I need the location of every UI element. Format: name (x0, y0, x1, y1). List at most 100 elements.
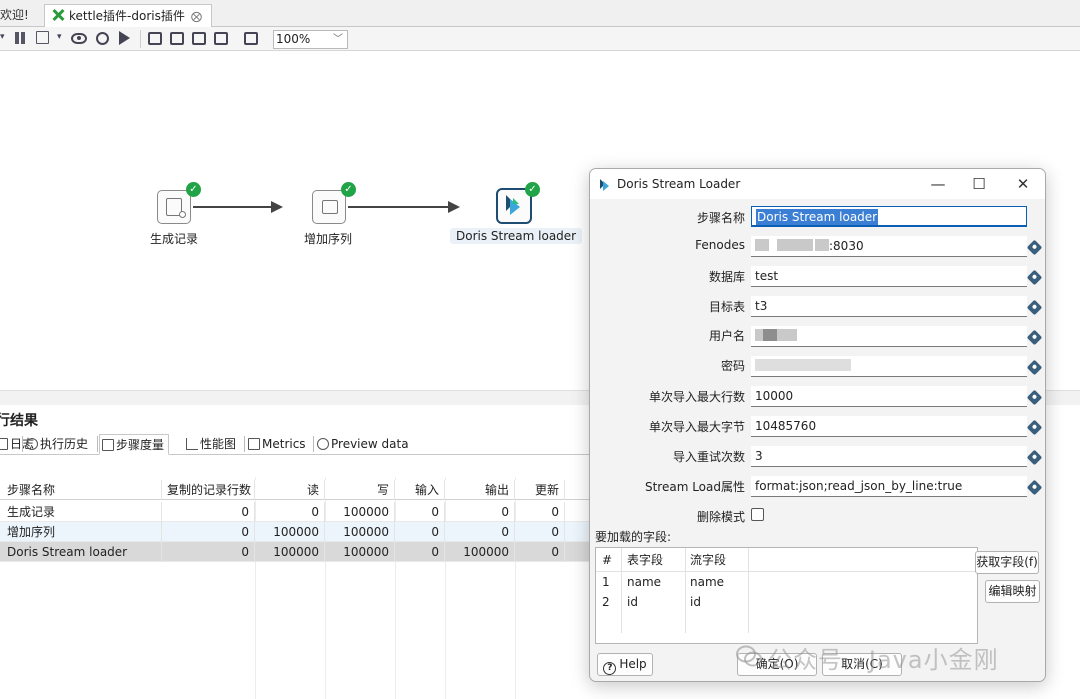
column-header[interactable]: 步骤名称 (2, 480, 162, 500)
transformation-toolbar: ▾ ▾ 100% ﹀ (0, 27, 1080, 51)
help-icon: ? (603, 662, 617, 675)
table-cell: 0 (162, 542, 255, 562)
column-header[interactable]: 写 (325, 480, 395, 500)
redacted-mask (815, 239, 829, 251)
spoon-window: 欢迎! kettle插件-doris插件 ⨂ ▾ ▾ 100% ﹀ ✓ 生成记录 (0, 0, 1080, 699)
variable-icon[interactable] (1026, 329, 1043, 346)
max-rows-label: 单次导入最大行数 (648, 390, 745, 404)
doris-logo-icon (506, 195, 520, 215)
table-field-cell[interactable]: id (622, 592, 638, 612)
table-cell: 0 (445, 522, 515, 542)
table-row[interactable]: Doris Stream loader 0 100000 100000 0 10… (0, 542, 600, 562)
table-cell: 0 (255, 502, 325, 522)
table-cell: 生成记录 (2, 502, 162, 522)
stream-load-props-label: Stream Load属性 (644, 480, 745, 494)
variable-icon[interactable] (1026, 419, 1043, 436)
tab-welcome-label: 欢迎! (0, 8, 29, 22)
username-label: 用户名 (708, 329, 745, 343)
sql-icon[interactable] (192, 32, 206, 45)
tab-step-metrics[interactable]: 步骤度量 (99, 434, 170, 455)
step-generate-rows[interactable] (157, 190, 191, 224)
variable-icon[interactable] (1026, 479, 1043, 496)
step-add-sequence[interactable] (312, 190, 346, 224)
retries-label: 导入重试次数 (672, 450, 745, 464)
arrow-head-icon (271, 201, 283, 213)
table-cell: 100000 (325, 522, 395, 542)
variable-icon[interactable] (1026, 449, 1043, 466)
tab-history[interactable]: 执行历史 (24, 434, 92, 455)
stream-field-cell[interactable]: id (685, 592, 701, 612)
redacted-mask (763, 329, 777, 341)
replay-icon[interactable] (119, 31, 130, 45)
stream-load-props-field[interactable]: format:json;read_json_by_line:true (751, 476, 1027, 497)
column-header[interactable]: 输出 (445, 480, 515, 500)
variable-icon[interactable] (1026, 299, 1043, 316)
get-fields-button[interactable]: 获取字段(f) (975, 551, 1039, 574)
tab-performance-chart[interactable]: 性能图 (184, 434, 240, 455)
pause-icon[interactable] (12, 30, 28, 46)
table-cell: 0 (395, 542, 445, 562)
column-header[interactable]: 输入 (395, 480, 445, 500)
max-bytes-field[interactable]: 10485760 (751, 416, 1027, 437)
database-field[interactable]: test (751, 266, 1027, 287)
stream-field-cell[interactable]: name (685, 572, 724, 592)
table-row[interactable]: 增加序列 0 100000 100000 0 0 0 (0, 522, 600, 542)
variable-icon[interactable] (1026, 389, 1043, 406)
redacted-mask (777, 239, 813, 251)
close-button[interactable]: ✕ (1007, 173, 1039, 195)
tab-metrics[interactable]: Metrics (246, 434, 310, 455)
edit-mapping-button[interactable]: 编辑映射 (985, 580, 1040, 603)
password-field[interactable] (751, 356, 1027, 377)
variable-icon[interactable] (1026, 359, 1043, 376)
stop-icon[interactable] (36, 31, 49, 44)
column-header[interactable]: 复制的记录行数 (162, 480, 255, 500)
username-field[interactable] (751, 326, 1027, 347)
maximize-button[interactable]: ☐ (963, 173, 995, 195)
step-name-label: 步骤名称 (696, 211, 745, 225)
tab-label: 步骤度量 (116, 438, 165, 452)
target-table-field[interactable]: t3 (751, 296, 1027, 317)
grid-icon (102, 439, 114, 451)
fenodes-field[interactable]: :8030 (751, 236, 1027, 257)
debug-icon[interactable] (96, 32, 109, 45)
variable-icon[interactable] (1026, 239, 1043, 256)
minimize-button[interactable]: — (922, 173, 954, 195)
tab-preview-data[interactable]: Preview data (315, 434, 413, 455)
fenodes-label: Fenodes (695, 238, 745, 252)
preview-icon[interactable] (71, 33, 87, 44)
dialog-titlebar[interactable]: Doris Stream Loader — ☐ ✕ (590, 169, 1045, 199)
column-header[interactable]: 流字段 (685, 550, 726, 570)
transformation-icon (51, 8, 65, 22)
retries-field[interactable]: 3 (751, 446, 1027, 467)
delete-mode-checkbox[interactable] (751, 508, 764, 521)
chart-icon (186, 438, 198, 450)
column-divider (748, 548, 749, 633)
column-header[interactable]: 更新 (515, 480, 565, 500)
help-label: Help (619, 657, 647, 671)
column-header[interactable]: 表字段 (622, 550, 663, 570)
explore-db-icon[interactable] (214, 32, 228, 45)
table-cell: 0 (395, 502, 445, 522)
show-results-icon[interactable] (244, 32, 258, 45)
tab-close-icon[interactable]: ⨂ (191, 10, 202, 23)
delete-mode-label: 删除模式 (696, 510, 745, 524)
zoom-select[interactable]: 100% ﹀ (273, 30, 348, 49)
table-cell: 100000 (255, 542, 325, 562)
column-header[interactable]: 读 (255, 480, 325, 500)
max-rows-field[interactable]: 10000 (751, 386, 1027, 407)
tab-welcome[interactable]: 欢迎! (0, 4, 35, 27)
step-name-field[interactable]: Doris Stream loader (751, 206, 1027, 227)
tab-transformation[interactable]: kettle插件-doris插件 ⨂ (44, 4, 212, 27)
table-field-cell[interactable]: name (622, 572, 661, 592)
impact-icon[interactable] (170, 32, 184, 45)
variable-icon[interactable] (1026, 269, 1043, 286)
verify-icon[interactable] (148, 32, 162, 45)
help-button[interactable]: ? Help (597, 653, 653, 676)
redacted-mask (777, 329, 797, 341)
hop-arrow[interactable] (193, 201, 283, 213)
hop-arrow[interactable] (348, 201, 460, 213)
table-row[interactable]: 生成记录 0 0 100000 0 0 0 (0, 502, 600, 522)
table-header-row: 步骤名称 复制的记录行数 读 写 输入 输出 更新 (0, 480, 600, 500)
column-header[interactable]: # (597, 550, 612, 570)
step-label: Doris Stream loader (450, 228, 583, 244)
